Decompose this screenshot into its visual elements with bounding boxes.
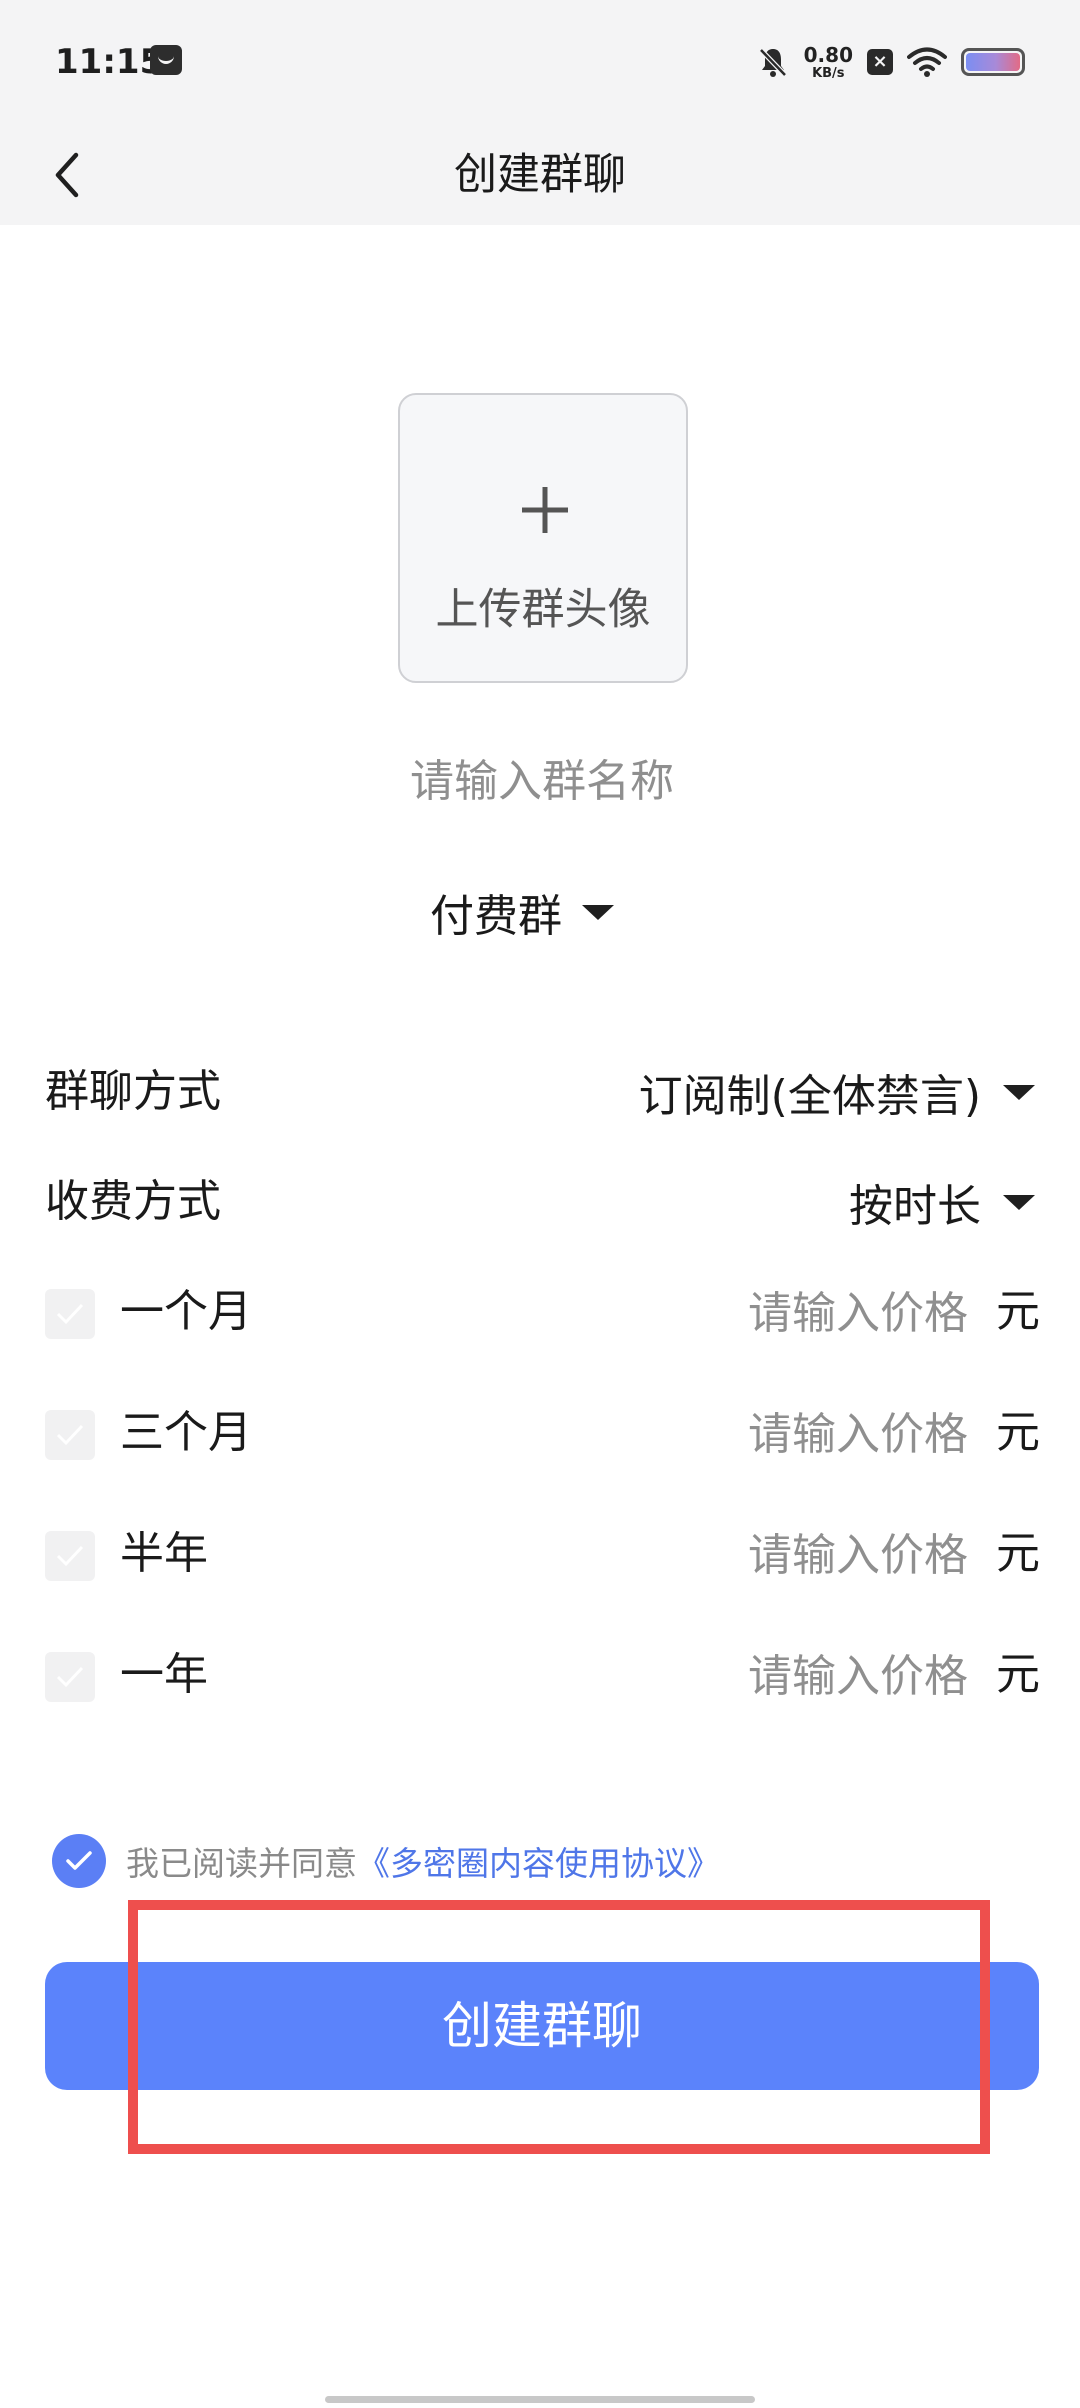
create-group-button[interactable]: 创建群聊 bbox=[45, 1962, 1039, 2090]
home-indicator[interactable] bbox=[325, 2396, 755, 2403]
group-name-input[interactable] bbox=[240, 740, 844, 822]
chat-mode-label: 群聊方式 bbox=[45, 1066, 221, 1117]
chat-mode-value: 订阅制(全体禁言) bbox=[638, 1071, 981, 1122]
price-label: 一年 bbox=[120, 1649, 208, 1700]
price-row-one-month: 一个月 元 bbox=[45, 1277, 1040, 1349]
mute-icon bbox=[758, 48, 787, 77]
group-type-select[interactable]: 付费群 bbox=[430, 880, 614, 944]
chat-mode-select[interactable]: 订阅制(全体禁言) bbox=[639, 1057, 1035, 1127]
nav-bar: 创建群聊 bbox=[0, 125, 1080, 225]
check-icon bbox=[56, 1424, 84, 1446]
price-label: 三个月 bbox=[120, 1407, 252, 1458]
chevron-left-icon bbox=[55, 152, 79, 198]
checkbox-one-month[interactable] bbox=[45, 1289, 95, 1339]
battery-level bbox=[966, 53, 1020, 71]
price-label: 一个月 bbox=[120, 1286, 252, 1337]
plus-icon bbox=[522, 487, 568, 533]
agreement-checkbox[interactable] bbox=[52, 1834, 106, 1888]
price-row-half-year: 半年 元 bbox=[45, 1519, 1040, 1591]
status-time: 11:15 bbox=[55, 42, 164, 82]
caret-down-icon bbox=[582, 904, 614, 920]
avatar-upload-button[interactable]: 上传群头像 bbox=[398, 393, 688, 683]
charge-mode-row: 收费方式 按时长 bbox=[45, 1167, 1035, 1237]
unit-label: 元 bbox=[996, 1407, 1040, 1458]
agreement-text: 我已阅读并同意 bbox=[126, 1844, 357, 1883]
group-type-value: 付费群 bbox=[430, 891, 562, 942]
unit-label: 元 bbox=[996, 1649, 1040, 1700]
page-title: 创建群聊 bbox=[454, 150, 626, 200]
charge-mode-value: 按时长 bbox=[849, 1181, 981, 1232]
net-speed: 0.80 KB/s bbox=[804, 45, 853, 80]
wifi-icon bbox=[907, 47, 947, 77]
price-input-one-year[interactable] bbox=[666, 1640, 970, 1712]
caret-down-icon bbox=[1003, 1084, 1035, 1100]
check-icon bbox=[66, 1851, 92, 1870]
chat-mode-row: 群聊方式 订阅制(全体禁言) bbox=[45, 1057, 1035, 1127]
back-button[interactable] bbox=[38, 143, 102, 207]
unit-label: 元 bbox=[996, 1528, 1040, 1579]
charge-mode-label: 收费方式 bbox=[45, 1176, 221, 1227]
checkbox-half-year[interactable] bbox=[45, 1531, 95, 1581]
battery-icon bbox=[961, 48, 1025, 76]
price-input-one-month[interactable] bbox=[666, 1277, 970, 1349]
price-input-three-months[interactable] bbox=[666, 1398, 970, 1470]
caret-down-icon bbox=[1003, 1194, 1035, 1210]
price-label: 半年 bbox=[120, 1528, 208, 1579]
price-input-half-year[interactable] bbox=[666, 1519, 970, 1591]
checkbox-three-months[interactable] bbox=[45, 1410, 95, 1460]
check-icon bbox=[56, 1303, 84, 1325]
agreement-link[interactable]: 《多密圈内容使用协议》 bbox=[357, 1844, 720, 1883]
charge-mode-select[interactable]: 按时长 bbox=[849, 1167, 1035, 1237]
upload-avatar-label: 上传群头像 bbox=[435, 585, 651, 635]
net-speed-value: 0.80 bbox=[803, 42, 853, 67]
message-icon bbox=[150, 45, 182, 75]
check-icon bbox=[56, 1666, 84, 1688]
checkbox-one-year[interactable] bbox=[45, 1652, 95, 1702]
price-row-one-year: 一年 元 bbox=[45, 1640, 1040, 1712]
status-bar: 11:15 0.80 KB/s × bbox=[0, 0, 1080, 125]
agreement-row: 我已阅读并同意《多密圈内容使用协议》 bbox=[52, 1833, 720, 1889]
price-row-three-months: 三个月 元 bbox=[45, 1398, 1040, 1470]
close-box-icon: × bbox=[867, 49, 893, 75]
check-icon bbox=[56, 1545, 84, 1567]
net-speed-unit: KB/s bbox=[812, 65, 845, 81]
status-icons: 0.80 KB/s × bbox=[756, 40, 1025, 84]
unit-label: 元 bbox=[996, 1286, 1040, 1337]
